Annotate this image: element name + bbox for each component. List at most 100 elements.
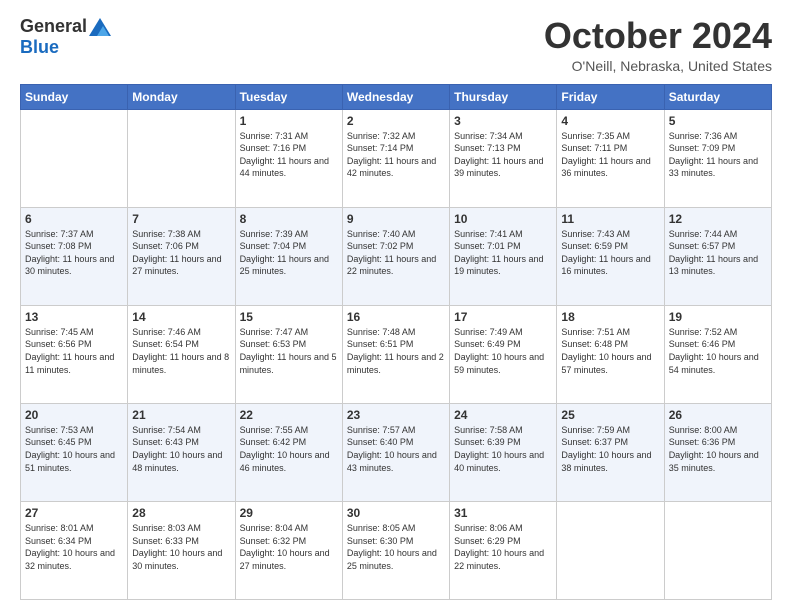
- title-block: October 2024 O'Neill, Nebraska, United S…: [544, 16, 772, 74]
- day-number: 9: [347, 212, 445, 226]
- table-cell: 17 Sunrise: 7:49 AMSunset: 6:49 PMDayligh…: [450, 305, 557, 403]
- col-thursday: Thursday: [450, 84, 557, 109]
- table-cell: 28 Sunrise: 8:03 AMSunset: 6:33 PMDayligh…: [128, 501, 235, 599]
- header: General Blue October 2024 O'Neill, Nebra…: [20, 16, 772, 74]
- cell-info: Sunrise: 7:36 AMSunset: 7:09 PMDaylight:…: [669, 130, 767, 180]
- table-cell: 16 Sunrise: 7:48 AMSunset: 6:51 PMDayligh…: [342, 305, 449, 403]
- table-cell: 30 Sunrise: 8:05 AMSunset: 6:30 PMDayligh…: [342, 501, 449, 599]
- table-cell: [557, 501, 664, 599]
- calendar-week-row: 1Sunrise: 7:31 AMSunset: 7:16 PMDaylight…: [21, 109, 772, 207]
- day-number: 15: [240, 310, 338, 324]
- logo-blue-text: Blue: [20, 37, 59, 57]
- calendar-week-row: 13 Sunrise: 7:45 AMSunset: 6:56 PMDayligh…: [21, 305, 772, 403]
- day-number: 5: [669, 114, 767, 128]
- cell-info: Sunrise: 8:03 AMSunset: 6:33 PMDaylight:…: [132, 522, 230, 572]
- table-cell: 24 Sunrise: 7:58 AMSunset: 6:39 PMDayligh…: [450, 403, 557, 501]
- cell-info: Sunrise: 7:53 AMSunset: 6:45 PMDaylight:…: [25, 424, 123, 474]
- day-number: 28: [132, 506, 230, 520]
- table-cell: 8 Sunrise: 7:39 AMSunset: 7:04 PMDaylight…: [235, 207, 342, 305]
- col-saturday: Saturday: [664, 84, 771, 109]
- day-number: 17: [454, 310, 552, 324]
- cell-info: Sunrise: 7:49 AMSunset: 6:49 PMDaylight:…: [454, 326, 552, 376]
- location: O'Neill, Nebraska, United States: [544, 58, 772, 74]
- table-cell: 14 Sunrise: 7:46 AMSunset: 6:54 PMDayligh…: [128, 305, 235, 403]
- table-cell: 9 Sunrise: 7:40 AMSunset: 7:02 PMDaylight…: [342, 207, 449, 305]
- day-number: 19: [669, 310, 767, 324]
- day-number: 27: [25, 506, 123, 520]
- table-cell: 13 Sunrise: 7:45 AMSunset: 6:56 PMDayligh…: [21, 305, 128, 403]
- cell-info: Sunrise: 7:59 AMSunset: 6:37 PMDaylight:…: [561, 424, 659, 474]
- cell-info: Sunrise: 7:38 AMSunset: 7:06 PMDaylight:…: [132, 228, 230, 278]
- table-cell: 5 Sunrise: 7:36 AMSunset: 7:09 PMDaylight…: [664, 109, 771, 207]
- table-cell: 12Sunrise: 7:44 AMSunset: 6:57 PMDayligh…: [664, 207, 771, 305]
- day-number: 23: [347, 408, 445, 422]
- cell-info: Sunrise: 7:57 AMSunset: 6:40 PMDaylight:…: [347, 424, 445, 474]
- month-title: October 2024: [544, 16, 772, 56]
- day-number: 16: [347, 310, 445, 324]
- table-cell: 25Sunrise: 7:59 AMSunset: 6:37 PMDayligh…: [557, 403, 664, 501]
- day-number: 1: [240, 114, 338, 128]
- table-cell: 27 Sunrise: 8:01 AMSunset: 6:34 PMDayligh…: [21, 501, 128, 599]
- cell-info: Sunrise: 7:52 AMSunset: 6:46 PMDaylight:…: [669, 326, 767, 376]
- day-number: 30: [347, 506, 445, 520]
- day-number: 2: [347, 114, 445, 128]
- table-cell: 22 Sunrise: 7:55 AMSunset: 6:42 PMDayligh…: [235, 403, 342, 501]
- table-cell: 18 Sunrise: 7:51 AMSunset: 6:48 PMDayligh…: [557, 305, 664, 403]
- calendar-header-row: Sunday Monday Tuesday Wednesday Thursday…: [21, 84, 772, 109]
- col-friday: Friday: [557, 84, 664, 109]
- cell-info: Sunrise: 8:00 AMSunset: 6:36 PMDaylight:…: [669, 424, 767, 474]
- col-wednesday: Wednesday: [342, 84, 449, 109]
- cell-info: Sunrise: 8:01 AMSunset: 6:34 PMDaylight:…: [25, 522, 123, 572]
- day-number: 14: [132, 310, 230, 324]
- day-number: 7: [132, 212, 230, 226]
- logo-icon: [89, 18, 111, 36]
- day-number: 26: [669, 408, 767, 422]
- cell-info: Sunrise: 7:45 AMSunset: 6:56 PMDaylight:…: [25, 326, 123, 376]
- cell-info: Sunrise: 7:32 AMSunset: 7:14 PMDaylight:…: [347, 130, 445, 180]
- cell-info: Sunrise: 7:37 AMSunset: 7:08 PMDaylight:…: [25, 228, 123, 278]
- day-number: 6: [25, 212, 123, 226]
- cell-info: Sunrise: 7:40 AMSunset: 7:02 PMDaylight:…: [347, 228, 445, 278]
- cell-info: Sunrise: 7:34 AMSunset: 7:13 PMDaylight:…: [454, 130, 552, 180]
- day-number: 12: [669, 212, 767, 226]
- day-number: 18: [561, 310, 659, 324]
- cell-info: Sunrise: 8:04 AMSunset: 6:32 PMDaylight:…: [240, 522, 338, 572]
- day-number: 13: [25, 310, 123, 324]
- table-cell: [128, 109, 235, 207]
- cell-info: Sunrise: 7:58 AMSunset: 6:39 PMDaylight:…: [454, 424, 552, 474]
- cell-info: Sunrise: 7:43 AMSunset: 6:59 PMDaylight:…: [561, 228, 659, 278]
- cell-info: Sunrise: 7:35 AMSunset: 7:11 PMDaylight:…: [561, 130, 659, 180]
- table-cell: 29 Sunrise: 8:04 AMSunset: 6:32 PMDayligh…: [235, 501, 342, 599]
- table-cell: 21Sunrise: 7:54 AMSunset: 6:43 PMDayligh…: [128, 403, 235, 501]
- calendar-page: General Blue October 2024 O'Neill, Nebra…: [0, 0, 792, 612]
- col-monday: Monday: [128, 84, 235, 109]
- day-number: 20: [25, 408, 123, 422]
- table-cell: [664, 501, 771, 599]
- table-cell: 20 Sunrise: 7:53 AMSunset: 6:45 PMDayligh…: [21, 403, 128, 501]
- cell-info: Sunrise: 7:54 AMSunset: 6:43 PMDaylight:…: [132, 424, 230, 474]
- day-number: 11: [561, 212, 659, 226]
- table-cell: 19 Sunrise: 7:52 AMSunset: 6:46 PMDayligh…: [664, 305, 771, 403]
- cell-info: Sunrise: 7:41 AMSunset: 7:01 PMDaylight:…: [454, 228, 552, 278]
- cell-info: Sunrise: 7:51 AMSunset: 6:48 PMDaylight:…: [561, 326, 659, 376]
- day-number: 24: [454, 408, 552, 422]
- cell-info: Sunrise: 7:55 AMSunset: 6:42 PMDaylight:…: [240, 424, 338, 474]
- table-cell: 10Sunrise: 7:41 AMSunset: 7:01 PMDayligh…: [450, 207, 557, 305]
- col-sunday: Sunday: [21, 84, 128, 109]
- cell-info: Sunrise: 8:05 AMSunset: 6:30 PMDaylight:…: [347, 522, 445, 572]
- day-number: 29: [240, 506, 338, 520]
- day-number: 8: [240, 212, 338, 226]
- calendar-table: Sunday Monday Tuesday Wednesday Thursday…: [20, 84, 772, 600]
- col-tuesday: Tuesday: [235, 84, 342, 109]
- day-number: 3: [454, 114, 552, 128]
- table-cell: 15Sunrise: 7:47 AMSunset: 6:53 PMDayligh…: [235, 305, 342, 403]
- day-number: 22: [240, 408, 338, 422]
- cell-info: Sunrise: 7:39 AMSunset: 7:04 PMDaylight:…: [240, 228, 338, 278]
- table-cell: 2 Sunrise: 7:32 AMSunset: 7:14 PMDaylight…: [342, 109, 449, 207]
- table-cell: 3 Sunrise: 7:34 AMSunset: 7:13 PMDaylight…: [450, 109, 557, 207]
- calendar-week-row: 20 Sunrise: 7:53 AMSunset: 6:45 PMDayligh…: [21, 403, 772, 501]
- cell-info: Sunrise: 8:06 AMSunset: 6:29 PMDaylight:…: [454, 522, 552, 572]
- cell-info: Sunrise: 7:46 AMSunset: 6:54 PMDaylight:…: [132, 326, 230, 376]
- cell-info: Sunrise: 7:48 AMSunset: 6:51 PMDaylight:…: [347, 326, 445, 376]
- table-cell: 31Sunrise: 8:06 AMSunset: 6:29 PMDayligh…: [450, 501, 557, 599]
